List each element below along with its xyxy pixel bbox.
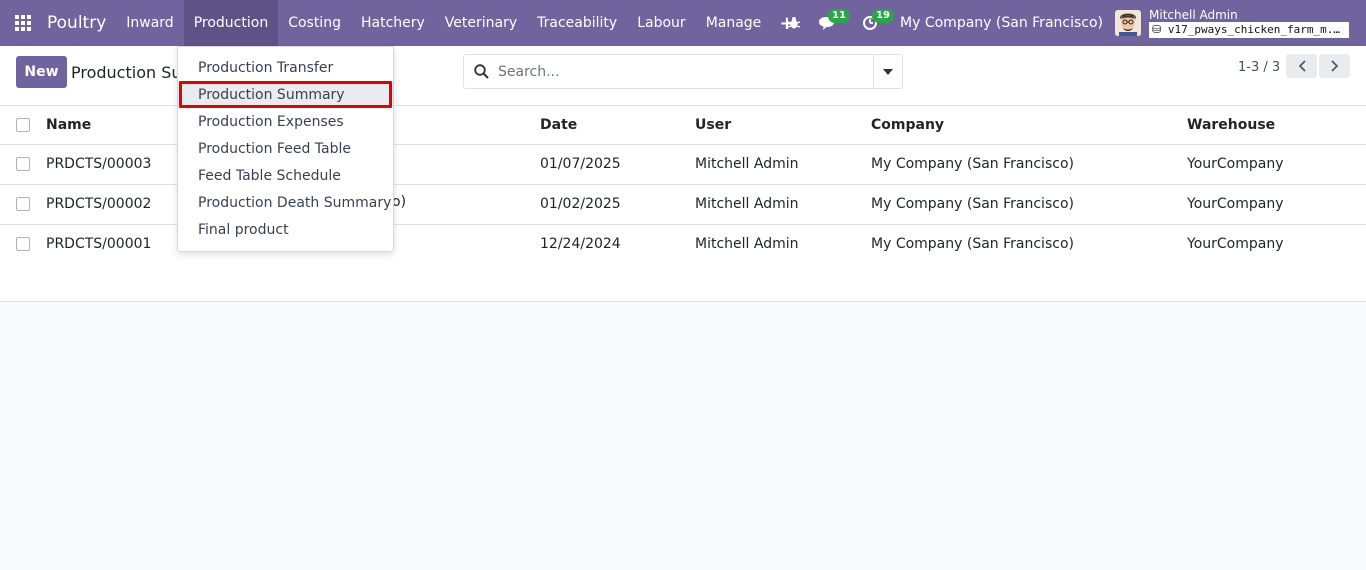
cell-date[interactable]: 12/24/2024 bbox=[540, 224, 695, 265]
cell-date[interactable]: 01/02/2025 bbox=[540, 184, 695, 225]
menu-item-production-feed-table[interactable]: Production Feed Table bbox=[178, 135, 393, 162]
navbar-systray: 11 19 My Company (San Francisco) Mitchel… bbox=[778, 0, 1366, 46]
cell-warehouse[interactable]: YourCompany bbox=[1187, 224, 1366, 265]
cell-company[interactable]: My Company (San Francisco) bbox=[871, 184, 1187, 225]
messages-badge: 11 bbox=[828, 9, 850, 23]
menu-veterinary[interactable]: Veterinary bbox=[435, 0, 527, 46]
menu-item-production-expenses[interactable]: Production Expenses bbox=[178, 108, 393, 135]
menu-manage[interactable]: Manage bbox=[696, 0, 772, 46]
top-navbar: Poultry Inward Production Costing Hatche… bbox=[0, 0, 1366, 46]
menu-item-production-summary[interactable]: Production Summary bbox=[178, 81, 393, 108]
row-partial-text: o) bbox=[392, 194, 407, 210]
search-icon bbox=[464, 55, 498, 88]
column-header-warehouse[interactable]: Warehouse bbox=[1187, 106, 1366, 145]
new-button[interactable]: New bbox=[16, 56, 67, 88]
user-name: Mitchell Admin bbox=[1149, 8, 1238, 22]
row-checkbox[interactable] bbox=[16, 237, 30, 251]
menu-item-feed-table-schedule[interactable]: Feed Table Schedule bbox=[178, 162, 393, 189]
database-name: ⛁ v17_pways_chicken_farm_m... bbox=[1149, 22, 1349, 38]
menu-hatchery[interactable]: Hatchery bbox=[351, 0, 435, 46]
search-options-toggle[interactable] bbox=[873, 55, 902, 88]
chevron-left-icon bbox=[1298, 60, 1306, 72]
caret-down-icon bbox=[883, 68, 893, 75]
cell-user[interactable]: Mitchell Admin bbox=[695, 184, 871, 225]
column-header-date[interactable]: Date bbox=[540, 106, 695, 145]
cell-user[interactable]: Mitchell Admin bbox=[695, 144, 871, 185]
pager-value[interactable]: 1-3 / 3 bbox=[1238, 60, 1280, 75]
menu-production[interactable]: Production bbox=[183, 0, 279, 46]
menu-item-production-death-summary[interactable]: Production Death Summary bbox=[178, 189, 393, 216]
cell-company[interactable]: My Company (San Francisco) bbox=[871, 224, 1187, 265]
cell-date[interactable]: 01/07/2025 bbox=[540, 144, 695, 185]
app-brand[interactable]: Poultry bbox=[46, 0, 116, 46]
production-dropdown-menu: Production Transfer Production Summary P… bbox=[177, 46, 394, 252]
column-header-company[interactable]: Company bbox=[871, 106, 1187, 145]
cell-warehouse[interactable]: YourCompany bbox=[1187, 144, 1366, 185]
search-input[interactable] bbox=[498, 56, 873, 87]
debug-bug-icon[interactable] bbox=[778, 0, 810, 46]
select-all-checkbox[interactable] bbox=[16, 117, 30, 132]
activities-clock-icon[interactable]: 19 bbox=[854, 0, 894, 46]
apps-menu-icon[interactable] bbox=[0, 0, 46, 46]
row-checkbox[interactable] bbox=[16, 197, 30, 211]
row-checkbox[interactable] bbox=[16, 157, 30, 171]
chevron-right-icon bbox=[1330, 60, 1338, 72]
menu-item-final-product[interactable]: Final product bbox=[178, 216, 393, 243]
user-menu[interactable]: Mitchell Admin ⛁ v17_pways_chicken_farm_… bbox=[1115, 0, 1366, 46]
menu-labour[interactable]: Labour bbox=[627, 0, 695, 46]
list-footer bbox=[0, 264, 1366, 302]
column-header-user[interactable]: User bbox=[695, 106, 871, 145]
page-title: Production Su bbox=[71, 63, 182, 82]
messages-icon[interactable]: 11 bbox=[810, 0, 850, 46]
activities-badge: 19 bbox=[872, 9, 894, 23]
menu-traceability[interactable]: Traceability bbox=[527, 0, 627, 46]
menu-inward[interactable]: Inward bbox=[116, 0, 183, 46]
pager-next-button[interactable] bbox=[1319, 54, 1350, 78]
cell-warehouse[interactable]: YourCompany bbox=[1187, 184, 1366, 225]
pager-previous-button[interactable] bbox=[1286, 54, 1317, 78]
menu-costing[interactable]: Costing bbox=[278, 0, 351, 46]
menu-item-production-transfer[interactable]: Production Transfer bbox=[178, 54, 393, 81]
cell-user[interactable]: Mitchell Admin bbox=[695, 224, 871, 265]
cell-company[interactable]: My Company (San Francisco) bbox=[871, 144, 1187, 185]
avatar bbox=[1115, 10, 1141, 36]
search-bar bbox=[463, 54, 903, 89]
company-switcher[interactable]: My Company (San Francisco) bbox=[886, 15, 1115, 31]
